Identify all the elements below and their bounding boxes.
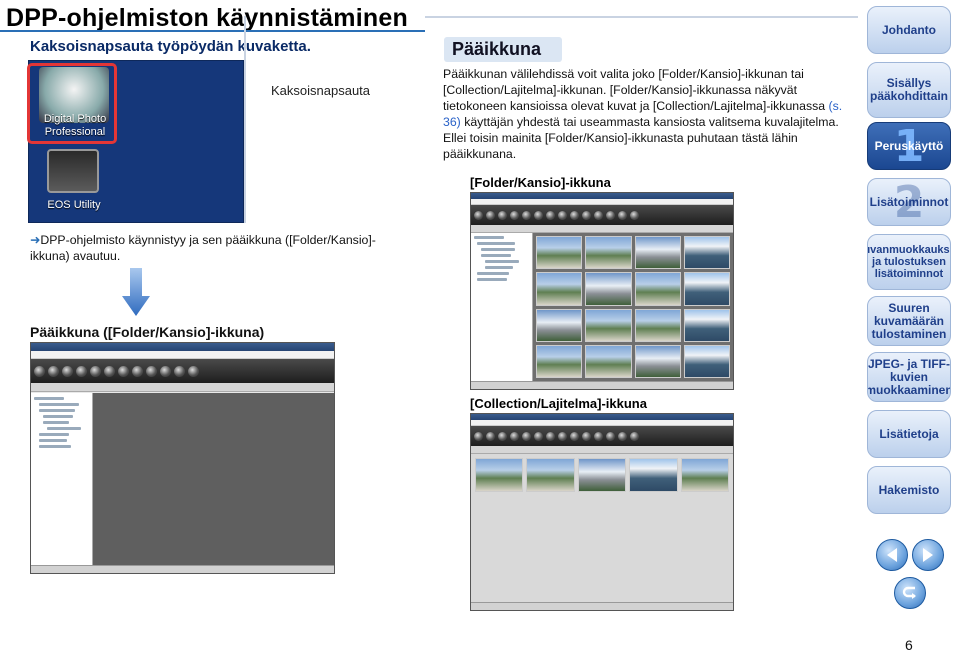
section-desc-text: Pääikkunan välilehdissä voit valita joko… [443,67,829,113]
return-icon [902,586,916,599]
nav-intro-label: Johdanto [882,22,936,37]
nav-advanced[interactable]: 2 Lisätoiminnot [867,178,951,226]
result-sentence: DPP-ohjelmisto käynnistyy ja sen pääikku… [30,233,376,263]
thumbnail-gallery [533,233,733,381]
thumbnail[interactable] [536,272,583,306]
section-description: Pääikkunan välilehdissä voit valita joko… [443,66,848,162]
divider-line [244,16,246,223]
highlight-frame [27,63,117,144]
toolbar-button[interactable] [34,365,45,377]
toolbar-button[interactable] [48,365,59,377]
nav-index[interactable]: Hakemisto [867,466,951,514]
thumbnail[interactable] [536,344,583,378]
main-window-label: Pääikkuna ([Folder/Kansio]-ikkuna) [30,324,265,340]
arrow-down-icon [122,268,150,316]
folder-tree[interactable] [31,393,93,565]
toolbar-button[interactable] [188,365,199,377]
window-menubar [31,351,334,359]
page-title: DPP-ohjelmiston käynnistäminen [6,4,408,32]
collection-window-label: [Collection/Lajitelma]-ikkuna [470,396,647,411]
thumbnail[interactable] [577,458,627,493]
thumbnail[interactable] [683,308,730,342]
thumbnail[interactable] [585,272,632,306]
arrow-left-icon [887,548,897,562]
thumbnail[interactable] [526,458,575,493]
empty-gallery [93,393,334,565]
page-subtitle: Kaksoisnapsauta työpöydän kuvaketta. [30,38,311,55]
next-page-button[interactable] [912,539,944,571]
thumbnail[interactable] [585,344,632,378]
folder-window-label: [Folder/Kansio]-ikkuna [470,175,611,190]
toolbar-button[interactable] [174,365,185,377]
thumbnail[interactable] [634,236,681,270]
result-text: ➜DPP-ohjelmisto käynnistyy ja sen pääikk… [30,232,410,264]
nav-contents-label: Sisällys pääkohdittain [869,76,948,103]
thumbnail[interactable] [536,308,583,342]
title-rule [0,30,425,32]
thumbnail[interactable] [683,236,730,270]
toolbar-button[interactable] [132,365,143,377]
nav-jpeg-tiff-label: JPEG- ja TIFF-kuvien muokkaaminen [867,356,951,397]
thumbnail[interactable] [585,308,632,342]
toolbar-button[interactable] [90,365,101,377]
nav-intro[interactable]: Johdanto [867,6,951,54]
eos-utility-icon-label: EOS Utility [47,199,101,211]
collection-window-screenshot [470,413,734,611]
arrow-right-icon [923,548,933,562]
thumbnail[interactable] [629,458,678,493]
thumbnail[interactable] [634,272,681,306]
toolbar-button[interactable] [62,365,73,377]
toolbar-button[interactable] [104,365,115,377]
window-body [31,393,334,565]
nav-more-info-label: Lisätietoja [879,426,939,441]
previous-page-button[interactable] [876,539,908,571]
main-window-screenshot [30,342,335,574]
toolbar-button[interactable] [146,365,157,377]
nav-image-editing-label: Kuvanmuokkauksen ja tulostuksen lisätoim… [868,244,950,280]
nav-basic-operation[interactable]: 1 Peruskäyttö [867,122,951,170]
thumbnail[interactable] [683,344,730,378]
thumbnail[interactable] [680,458,729,493]
thumbnail[interactable] [683,272,730,306]
folder-window-screenshot [470,192,734,390]
nav-basic-label: Peruskäyttö [874,138,944,153]
nav-jpeg-tiff[interactable]: JPEG- ja TIFF-kuvien muokkaaminen [867,352,951,402]
nav-index-label: Hakemisto [878,482,940,497]
thumbnail[interactable] [475,458,524,493]
folder-tree[interactable] [471,233,533,381]
collection-gallery [471,454,733,602]
toolbar-button[interactable] [76,365,87,377]
window-statusbar [31,565,334,573]
return-button[interactable] [894,577,926,609]
window-tabs[interactable] [31,383,334,392]
nav-large-print[interactable]: Suuren kuvamäärän tulostaminen [867,296,951,346]
thumbnail[interactable] [536,236,583,270]
thumbnail[interactable] [634,308,681,342]
toolbar-button[interactable] [160,365,171,377]
window-toolbar [31,359,334,383]
eos-utility-icon[interactable] [47,149,99,193]
section-top-rule [425,16,858,18]
nav-advanced-label: Lisätoiminnot [869,194,949,209]
window-titlebar [31,343,334,351]
section-title: Pääikkuna [452,39,542,59]
nav-contents[interactable]: Sisällys pääkohdittain [867,62,951,118]
toolbar-button[interactable] [118,365,129,377]
nav-image-editing[interactable]: Kuvanmuokkauksen ja tulostuksen lisätoim… [867,234,951,290]
double-click-label: Kaksoisnapsauta [271,83,371,98]
arrow-right-icon: ➜ [30,233,41,247]
section-desc-text-end: käyttäjän yhdestä tai useammasta kansios… [443,115,839,161]
nav-more-info[interactable]: Lisätietoja [867,410,951,458]
nav-large-print-label: Suuren kuvamäärän tulostaminen [871,300,947,341]
thumbnail[interactable] [634,344,681,378]
thumbnail[interactable] [585,236,632,270]
